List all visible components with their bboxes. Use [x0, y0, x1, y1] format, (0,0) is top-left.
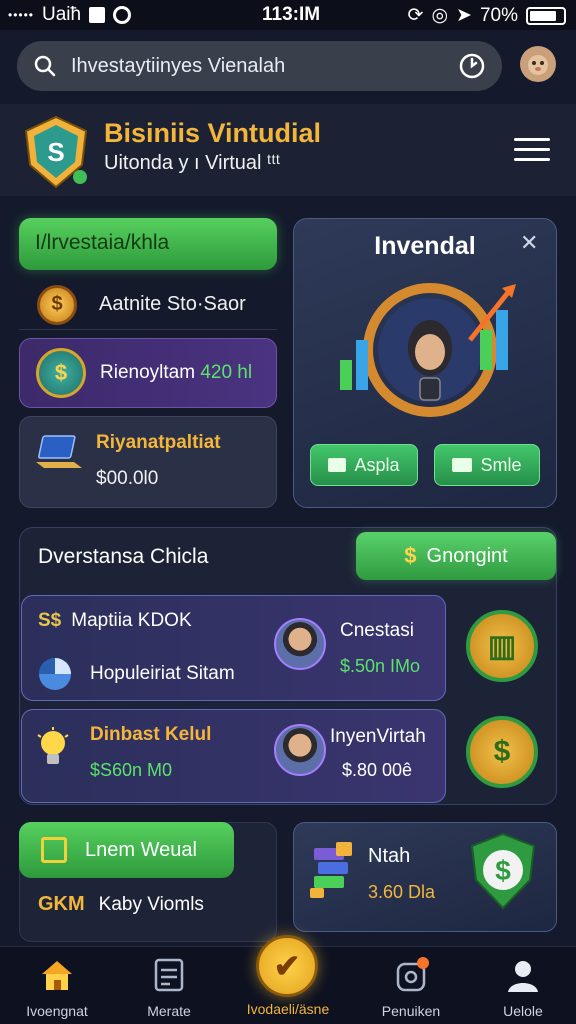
chart-icon — [328, 458, 347, 472]
signal-icon: ••••• — [8, 8, 35, 22]
svg-text:$: $ — [495, 855, 511, 886]
investment-name: Maptiia KDOK — [71, 610, 192, 631]
investment-detail: $S60n M0 — [90, 760, 173, 780]
medal-icon: $ — [36, 348, 86, 398]
investor-avatar — [274, 618, 326, 670]
nav-item-settings[interactable]: Penuiken — [356, 956, 466, 1019]
invest-tab-button[interactable]: I/lrvestaia/khla — [19, 218, 277, 270]
calculator-icon — [154, 958, 184, 992]
promo-title: Invendal — [374, 232, 476, 260]
nav-label: Ivoengnat — [26, 1003, 88, 1019]
tag-icon: GKM — [38, 893, 85, 915]
mascot-icon — [528, 55, 548, 75]
investment-name: Dinbast Kelul — [90, 724, 212, 745]
app-subtitle: Uitonda y ı Virtual ᵗᵗᵗ — [104, 152, 281, 174]
battery-icon — [526, 6, 566, 25]
nav-label: Merate — [147, 1003, 191, 1019]
earnings-title: Ntah — [368, 845, 411, 867]
lending-row[interactable]: GKM Kaby Viomls — [38, 893, 204, 916]
location-icon: ➤ — [456, 5, 472, 26]
search-input[interactable]: Ihvestaytiinyes Vienalah — [71, 55, 458, 78]
dollar-icon: $ — [404, 543, 417, 568]
box-icon — [41, 837, 67, 863]
balance-value: $00.0l0 — [96, 468, 159, 489]
carrier-label: Uaiħ — [42, 4, 82, 25]
earnings-value: 3.60 Dla — [368, 882, 436, 902]
status-bar: ••••• Uaiħ 113:IM ⟳ ◎ ➤ 70% — [0, 0, 576, 30]
list-item-activity[interactable]: $ Aatnite Sto·Saor — [19, 280, 277, 330]
investment-detail: Hopuleiriat Sitam — [90, 663, 235, 684]
investor-value: $.50n IMo — [340, 656, 421, 676]
nav-label: Ivodaeli/äsne — [246, 1001, 330, 1017]
sim-icon — [89, 7, 106, 23]
nav-label: Penuiken — [381, 1003, 441, 1019]
reward-card[interactable]: $ Rienoyltam 420 hl — [19, 338, 277, 408]
nav-item-home[interactable]: Ivoengnat — [2, 956, 112, 1019]
search-icon — [34, 55, 56, 77]
reward-label: Rienoyltam 420 hl — [100, 362, 253, 383]
pie-chart-icon — [39, 658, 71, 690]
investment-card[interactable] — [21, 709, 446, 803]
settings-icon — [396, 957, 429, 992]
investor-name: InyenVirtah — [330, 726, 426, 747]
dollar-badge-icon[interactable]: $ — [466, 716, 538, 788]
lending-tab-button[interactable]: Lnem Weual — [19, 822, 234, 878]
notification-icon — [113, 6, 132, 24]
check-icon[interactable]: ✔ — [256, 935, 318, 997]
nav-label: Uelole — [503, 1003, 543, 1019]
hamburger-menu-icon[interactable] — [514, 138, 550, 162]
lightbulb-icon — [37, 727, 69, 764]
user-icon — [508, 961, 538, 992]
battery-label: 70% — [479, 4, 518, 26]
lending-label: Kaby Viomls — [98, 893, 204, 915]
panel-title: Dverstansa Chicla — [38, 545, 209, 568]
investor-name: Cnestasi — [340, 620, 414, 641]
nav-item-profile[interactable]: Uelole — [468, 956, 576, 1019]
building-badge-icon[interactable]: ▥ — [466, 610, 538, 682]
envelope-icon — [452, 458, 473, 472]
reward-value: 420 hl — [200, 362, 253, 383]
app-title: Bisiniis Vintudial — [104, 118, 322, 148]
tag-icon: S$ — [38, 610, 62, 631]
clock: 113:IM — [262, 4, 321, 25]
balance-title: Riyanatpaltiat — [96, 432, 221, 453]
coin-icon: $ — [37, 284, 77, 325]
close-icon[interactable]: ✕ — [520, 230, 538, 256]
investor-value: $.80 00ê — [342, 760, 413, 780]
lightbulb-growth-icon — [340, 283, 516, 417]
svg-text:S: S — [47, 137, 64, 167]
search-bar[interactable]: Ihvestaytiinyes Vienalah — [17, 41, 502, 91]
laptop-icon — [36, 435, 82, 468]
list-item-label: Aatnite Sto·Saor — [99, 293, 246, 315]
share-button[interactable]: Smle — [434, 444, 540, 486]
sync-icon: ⟳ — [407, 5, 424, 26]
profile-avatar[interactable] — [520, 46, 556, 82]
nav-item-market[interactable]: Merate — [114, 956, 224, 1019]
nav-item-active[interactable]: Ivodaeli/äsne — [233, 1001, 343, 1017]
investor-avatar — [274, 724, 326, 776]
dollar-shield-icon[interactable]: $ — [468, 832, 538, 912]
apply-button[interactable]: Aspla — [310, 444, 418, 486]
wifi-icon: ◎ — [431, 5, 449, 26]
get-started-button[interactable]: $ Gnongint — [356, 532, 556, 580]
home-icon — [42, 961, 72, 990]
stacked-coins-icon — [310, 842, 352, 898]
clock-icon[interactable] — [458, 52, 486, 80]
shield-logo-icon: S — [24, 115, 88, 189]
